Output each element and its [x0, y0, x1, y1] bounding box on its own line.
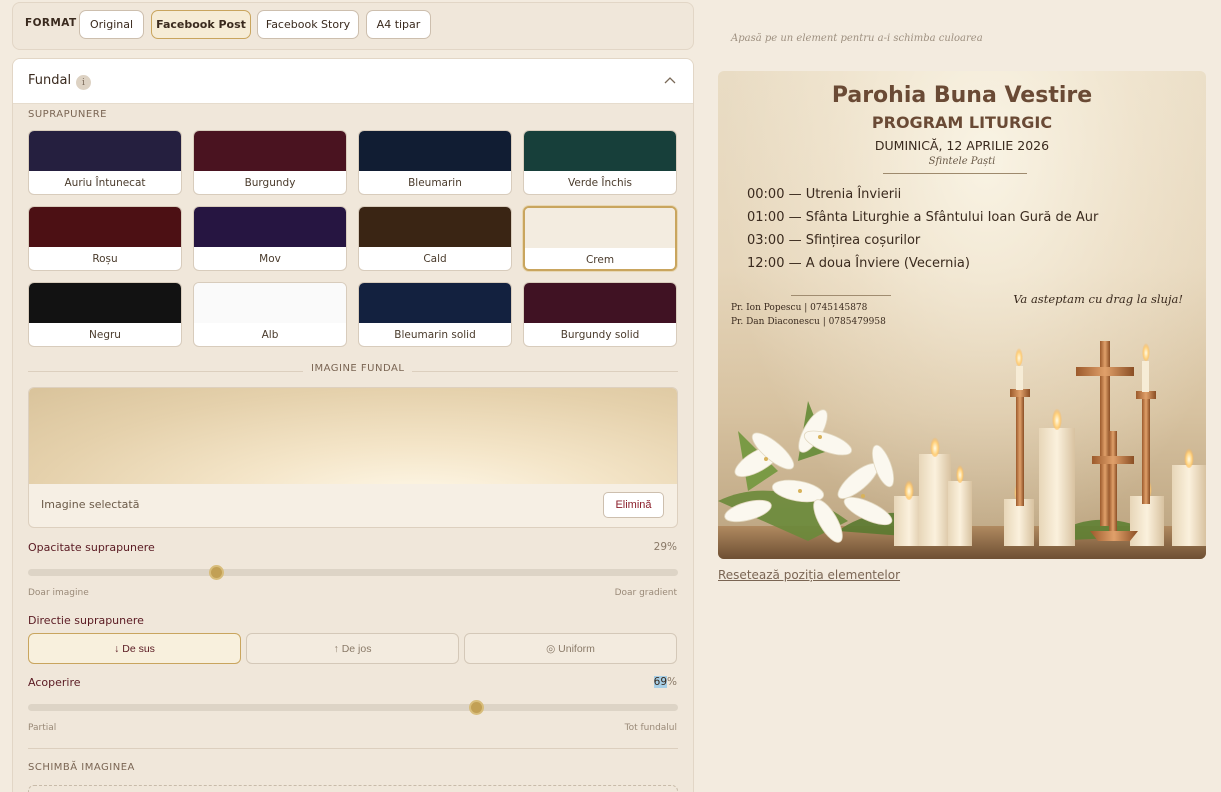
swatch-label: Verde Închis: [568, 177, 632, 189]
schedule-item[interactable]: 03:00 — Sfințirea coșurilor: [747, 233, 1098, 256]
direction-uniform-button[interactable]: ◎ Uniform: [464, 633, 677, 664]
image-box: Imagine selectată Elimină: [28, 387, 678, 528]
swatch-mov[interactable]: Mov: [193, 206, 347, 271]
swatch-color: [359, 207, 511, 247]
preview-hint: Apasă pe un element pentru a-i schimba c…: [731, 33, 983, 44]
direction-label: Directie suprapunere: [28, 614, 144, 627]
coverage-label: Acoperire: [28, 676, 81, 689]
background-panel: Fundal i SUPRAPUNERE Auriu Întunecat Burg…: [12, 58, 694, 792]
swatch-label: Bleumarin solid: [394, 329, 476, 341]
swatch-label: Crem: [585, 254, 615, 266]
editor-panel: FORMAT Original Facebook Post Facebook S…: [0, 0, 706, 792]
image-section-label: IMAGINE FUNDAL: [303, 363, 413, 374]
coverage-max-label: Tot fundalul: [624, 723, 677, 733]
swatch-verde-închis[interactable]: Verde Închis: [523, 130, 677, 195]
swatch-label: Auriu Întunecat: [64, 177, 146, 189]
poster-preview[interactable]: Parohia Buna Vestire PROGRAM LITURGIC DU…: [718, 71, 1206, 559]
swatch-color: [525, 208, 675, 248]
swatch-color: [524, 131, 676, 171]
poster-schedule[interactable]: 00:00 — Utrenia Învierii 01:00 — Sfânta …: [747, 187, 1098, 279]
swatch-cald[interactable]: Cald: [358, 206, 512, 271]
format-label: FORMAT: [25, 17, 77, 29]
poster-title[interactable]: Parohia Buna Vestire: [718, 83, 1206, 108]
swatch-label: Alb: [261, 329, 279, 341]
info-icon[interactable]: i: [76, 75, 91, 90]
reset-positions-link[interactable]: Resetează poziția elementelor: [718, 568, 900, 582]
format-a4-button[interactable]: A4 tipar: [366, 10, 431, 39]
coverage-slider-thumb[interactable]: [469, 700, 484, 715]
swatch-color: [29, 207, 181, 247]
swatch-label: Burgundy solid: [560, 329, 640, 341]
swatch-color: [29, 131, 181, 171]
contact-line: Pr. Ion Popescu | 0745145878: [731, 303, 868, 313]
swatch-label: Burgundy: [244, 177, 296, 189]
swatch-burgundy[interactable]: Burgundy: [193, 130, 347, 195]
schedule-item[interactable]: 01:00 — Sfânta Liturghie a Sfântului Ioa…: [747, 210, 1098, 233]
swatch-roșu[interactable]: Roșu: [28, 206, 182, 271]
overlay-section-label: SUPRAPUNERE: [28, 109, 107, 120]
coverage-min-label: Partial: [28, 723, 57, 733]
opacity-slider-track[interactable]: [28, 569, 678, 576]
contacts-divider: [791, 295, 891, 296]
opacity-max-label: Doar gradient: [614, 588, 677, 598]
swatch-bleumarin-solid[interactable]: Bleumarin solid: [358, 282, 512, 347]
format-original-button[interactable]: Original: [79, 10, 144, 39]
opacity-value: 29%: [653, 541, 677, 553]
background-image-preview: [29, 388, 677, 484]
schedule-item[interactable]: 00:00 — Utrenia Învierii: [747, 187, 1098, 210]
image-selected-text: Imagine selectată: [41, 498, 140, 511]
swatch-burgundy-solid[interactable]: Burgundy solid: [523, 282, 677, 347]
format-facebook-post-button[interactable]: Facebook Post: [151, 10, 251, 39]
direction-top-button[interactable]: ↓ De sus: [28, 633, 241, 664]
swatch-crem[interactable]: Crem: [523, 206, 677, 271]
swatch-label: Cald: [423, 253, 447, 265]
swatch-color: [29, 283, 181, 323]
opacity-min-label: Doar imagine: [28, 588, 89, 598]
chevron-up-icon[interactable]: [663, 74, 677, 88]
divider: [28, 748, 678, 749]
swatch-negru[interactable]: Negru: [28, 282, 182, 347]
poster-date[interactable]: DUMINICĂ, 12 APRILIE 2026: [718, 138, 1206, 153]
schedule-item[interactable]: 12:00 — A doua Înviere (Vecernia): [747, 256, 1098, 279]
swatch-color: [194, 207, 346, 247]
swatch-color: [194, 283, 346, 323]
change-image-label: SCHIMBĂ IMAGINEA: [28, 762, 135, 773]
poster-divider: [883, 173, 1027, 174]
panel-title: Fundal: [28, 73, 72, 88]
swatch-label: Bleumarin: [408, 177, 462, 189]
contact-line: Pr. Dan Diaconescu | 0785479958: [731, 317, 886, 327]
direction-bottom-button[interactable]: ↑ De jos: [246, 633, 459, 664]
swatch-color: [194, 131, 346, 171]
swatch-color: [524, 283, 676, 323]
poster-invite[interactable]: Va asteptam cu drag la sluja!: [1013, 292, 1183, 306]
swatch-color: [359, 283, 511, 323]
swatch-auriu-întunecat[interactable]: Auriu Întunecat: [28, 130, 182, 195]
panel-header[interactable]: Fundal i: [13, 59, 693, 104]
swatch-label: Negru: [89, 329, 121, 341]
swatch-label: Mov: [259, 253, 281, 265]
coverage-slider-track[interactable]: [28, 704, 678, 711]
opacity-slider-thumb[interactable]: [209, 565, 224, 580]
swatch-color: [359, 131, 511, 171]
format-bar: FORMAT Original Facebook Post Facebook S…: [12, 2, 694, 50]
poster-subtitle[interactable]: PROGRAM LITURGIC: [718, 113, 1206, 132]
swatch-bleumarin[interactable]: Bleumarin: [358, 130, 512, 195]
poster-feast[interactable]: Sfintele Paști: [718, 156, 1206, 167]
format-facebook-story-button[interactable]: Facebook Story: [257, 10, 359, 39]
swatch-alb[interactable]: Alb: [193, 282, 347, 347]
opacity-label: Opacitate suprapunere: [28, 541, 155, 554]
poster-contacts[interactable]: Pr. Ion Popescu | 0745145878 Pr. Dan Dia…: [731, 301, 886, 329]
remove-image-button[interactable]: Elimină: [603, 492, 664, 518]
coverage-value: 69%: [653, 676, 677, 688]
upload-dropzone[interactable]: [28, 785, 678, 792]
swatch-label: Roșu: [92, 253, 118, 265]
